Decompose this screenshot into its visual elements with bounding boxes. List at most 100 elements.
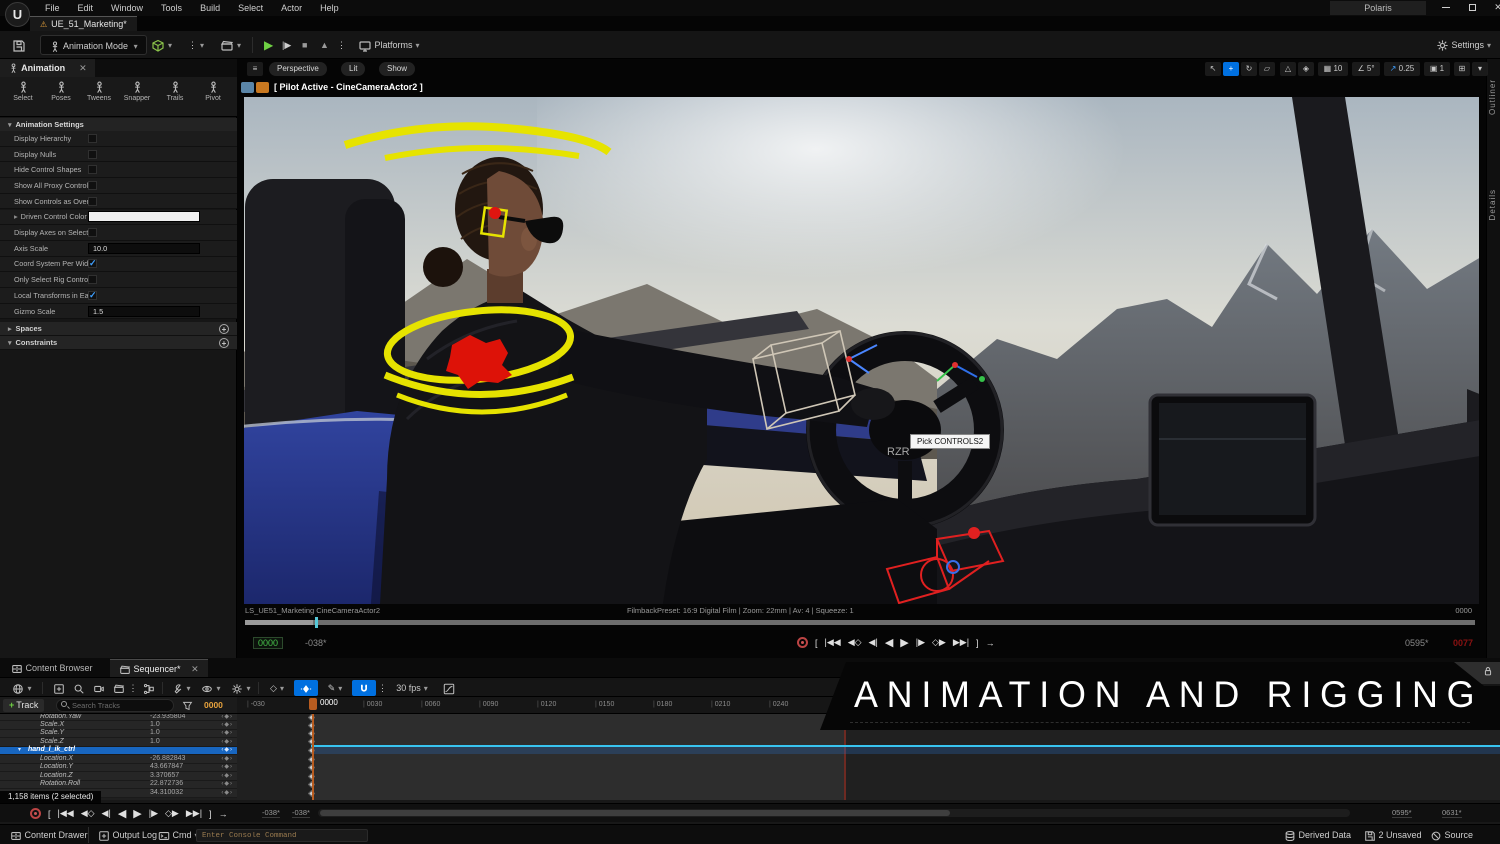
record-button[interactable] [797, 637, 808, 648]
menu-file[interactable]: File [36, 0, 69, 16]
angle-snap-button[interactable]: ∠ 5° [1352, 62, 1380, 76]
add-track-button[interactable]: +Track [3, 699, 44, 712]
view-range-end[interactable]: 0595* [1392, 808, 1412, 818]
jump-end-button[interactable]: ▶▶| [186, 808, 202, 819]
expander-icon[interactable]: ▸ [14, 212, 18, 221]
prev-key-button[interactable]: ◀◇ [81, 808, 95, 819]
close-icon[interactable]: ✕ [191, 664, 199, 674]
move-tool[interactable]: + [1223, 62, 1239, 76]
console-command-input[interactable] [196, 829, 368, 842]
close-icon[interactable]: ✕ [79, 63, 87, 73]
working-range-start[interactable]: -038* [262, 808, 280, 818]
section-range[interactable] [313, 714, 845, 800]
scrollbar-thumb[interactable] [320, 810, 950, 816]
track-row[interactable]: Location.Z3.370657‹◆› [0, 772, 237, 781]
tab-sequencer[interactable]: Sequencer* ✕ [110, 659, 208, 677]
checkbox[interactable] [88, 259, 97, 268]
view-range-start[interactable]: -038* [292, 808, 310, 818]
checkbox[interactable] [88, 165, 97, 174]
next-key-button[interactable]: ◇▶ [932, 637, 946, 648]
color-swatch[interactable] [88, 211, 200, 222]
loop-mode-button[interactable]: → [219, 809, 228, 819]
hierarchy-button[interactable] [140, 680, 158, 696]
play-button[interactable]: ▶ [900, 636, 908, 649]
tool-trails[interactable]: Trails [158, 81, 192, 116]
range-start-display[interactable]: -038* [305, 638, 327, 648]
current-frame-display[interactable]: 0000 [253, 637, 283, 649]
view-options-dropdown[interactable]: ▾ [198, 680, 224, 696]
section-spaces[interactable]: ▸Spaces+ [0, 322, 237, 336]
step-forward-button[interactable]: |▶ [149, 808, 158, 819]
keyframe-options-dropdown[interactable]: ◇▾ [264, 680, 290, 696]
stop-button[interactable]: ■ [296, 35, 313, 55]
playhead-handle[interactable] [309, 698, 317, 710]
minimize-button[interactable] [1434, 0, 1458, 15]
viewport-layout-dropdown[interactable]: ▾ [1472, 62, 1488, 76]
camera-speed-button[interactable]: ▣ 1 [1424, 62, 1450, 76]
snap-button[interactable] [352, 680, 376, 696]
viewport-menu-button[interactable]: ≡ [247, 62, 263, 76]
play-button[interactable]: ▶ [133, 807, 141, 820]
tool-tweens[interactable]: Tweens [82, 81, 116, 116]
menu-help[interactable]: Help [311, 0, 348, 16]
search-tracks-input[interactable] [56, 699, 174, 712]
render-movie-button[interactable] [110, 680, 128, 696]
section-constraints[interactable]: ▾Constraints+ [0, 336, 237, 350]
maximize-viewport-button[interactable]: ⊞ [1454, 62, 1470, 76]
editor-mode-dropdown[interactable]: Animation Mode ▾ [40, 35, 147, 55]
content-drawer-button[interactable]: Content Drawer [4, 827, 94, 843]
sequencer-time-display[interactable]: 0000 [204, 700, 223, 710]
track-row[interactable]: Scale.X1.0‹◆› [0, 721, 237, 730]
jump-start-button[interactable]: |◀◀ [825, 637, 841, 648]
gizmo-scale-input[interactable]: 1.5 [88, 306, 200, 317]
auto-key-button[interactable] [294, 680, 318, 696]
menu-select[interactable]: Select [229, 0, 272, 16]
record-button[interactable] [30, 808, 41, 819]
platforms-dropdown[interactable]: Platforms▾ [352, 35, 426, 55]
actor-snap-tool[interactable]: ◈ [1298, 62, 1314, 76]
show-pill[interactable]: Show [379, 62, 415, 76]
rotate-tool[interactable]: ↻ [1241, 62, 1257, 76]
sequencer-world-dropdown[interactable]: ▾ [8, 680, 36, 696]
create-camera-button[interactable] [90, 680, 108, 696]
close-button[interactable]: ✕ [1486, 0, 1500, 15]
menu-actor[interactable]: Actor [272, 0, 311, 16]
save-sequence-button[interactable] [50, 680, 68, 696]
play-reverse-button[interactable]: ◀ [118, 807, 126, 820]
tool-select[interactable]: Select [6, 81, 40, 116]
add-constraint-button[interactable]: + [219, 338, 229, 348]
menu-tools[interactable]: Tools [152, 0, 191, 16]
jump-back-button[interactable]: ] [209, 809, 212, 819]
playback-options-dropdown[interactable]: ▾ [228, 680, 254, 696]
tool-poses[interactable]: Poses [44, 81, 78, 116]
jump-start-button[interactable]: |◀◀ [58, 808, 74, 819]
loop-mode-button[interactable]: → [986, 638, 995, 648]
track-row[interactable]: Scale.Z1.0‹◆› [0, 738, 237, 747]
jump-end-button[interactable]: ▶▶| [953, 637, 969, 648]
section-animation-settings[interactable]: ▾Animation Settings [0, 118, 237, 131]
lit-pill[interactable]: Lit [341, 62, 365, 76]
checkbox[interactable] [88, 150, 97, 159]
track-row[interactable]: Scale.Y1.0‹◆› [0, 730, 237, 739]
pilot-indicator[interactable]: [ Pilot Active - CineCameraActor2 ] [241, 80, 423, 94]
scrubber-marker[interactable] [315, 617, 318, 628]
grid-snap-button[interactable]: ▦ 10 [1318, 62, 1348, 76]
asset-tab[interactable]: ⚠UE_51_Marketing* [30, 16, 137, 31]
find-in-browser-button[interactable] [70, 680, 88, 696]
surface-snap-tool[interactable]: △ [1280, 62, 1296, 76]
save-button[interactable] [6, 35, 32, 55]
track-row-selected[interactable]: ▾hand_l_ik_ctrl‹◆› [0, 747, 237, 756]
menu-build[interactable]: Build [191, 0, 229, 16]
blueprints-dropdown[interactable]: ⋮▾ [182, 35, 210, 55]
menu-window[interactable]: Window [102, 0, 152, 16]
snap-options-dots[interactable]: ⋮ [378, 680, 386, 696]
viewport[interactable]: RZR [237, 59, 1486, 658]
actions-dropdown[interactable]: ▾ [168, 680, 194, 696]
tab-details[interactable]: Details [1488, 189, 1497, 220]
checkbox[interactable] [88, 291, 97, 300]
fps-dropdown[interactable]: 30 fps▾ [390, 680, 434, 696]
add-actor-dropdown[interactable]: ▾ [145, 35, 178, 55]
filter-tracks-button[interactable] [182, 700, 193, 711]
axis-scale-input[interactable]: 10.0 [88, 243, 200, 254]
checkbox[interactable] [88, 134, 97, 143]
